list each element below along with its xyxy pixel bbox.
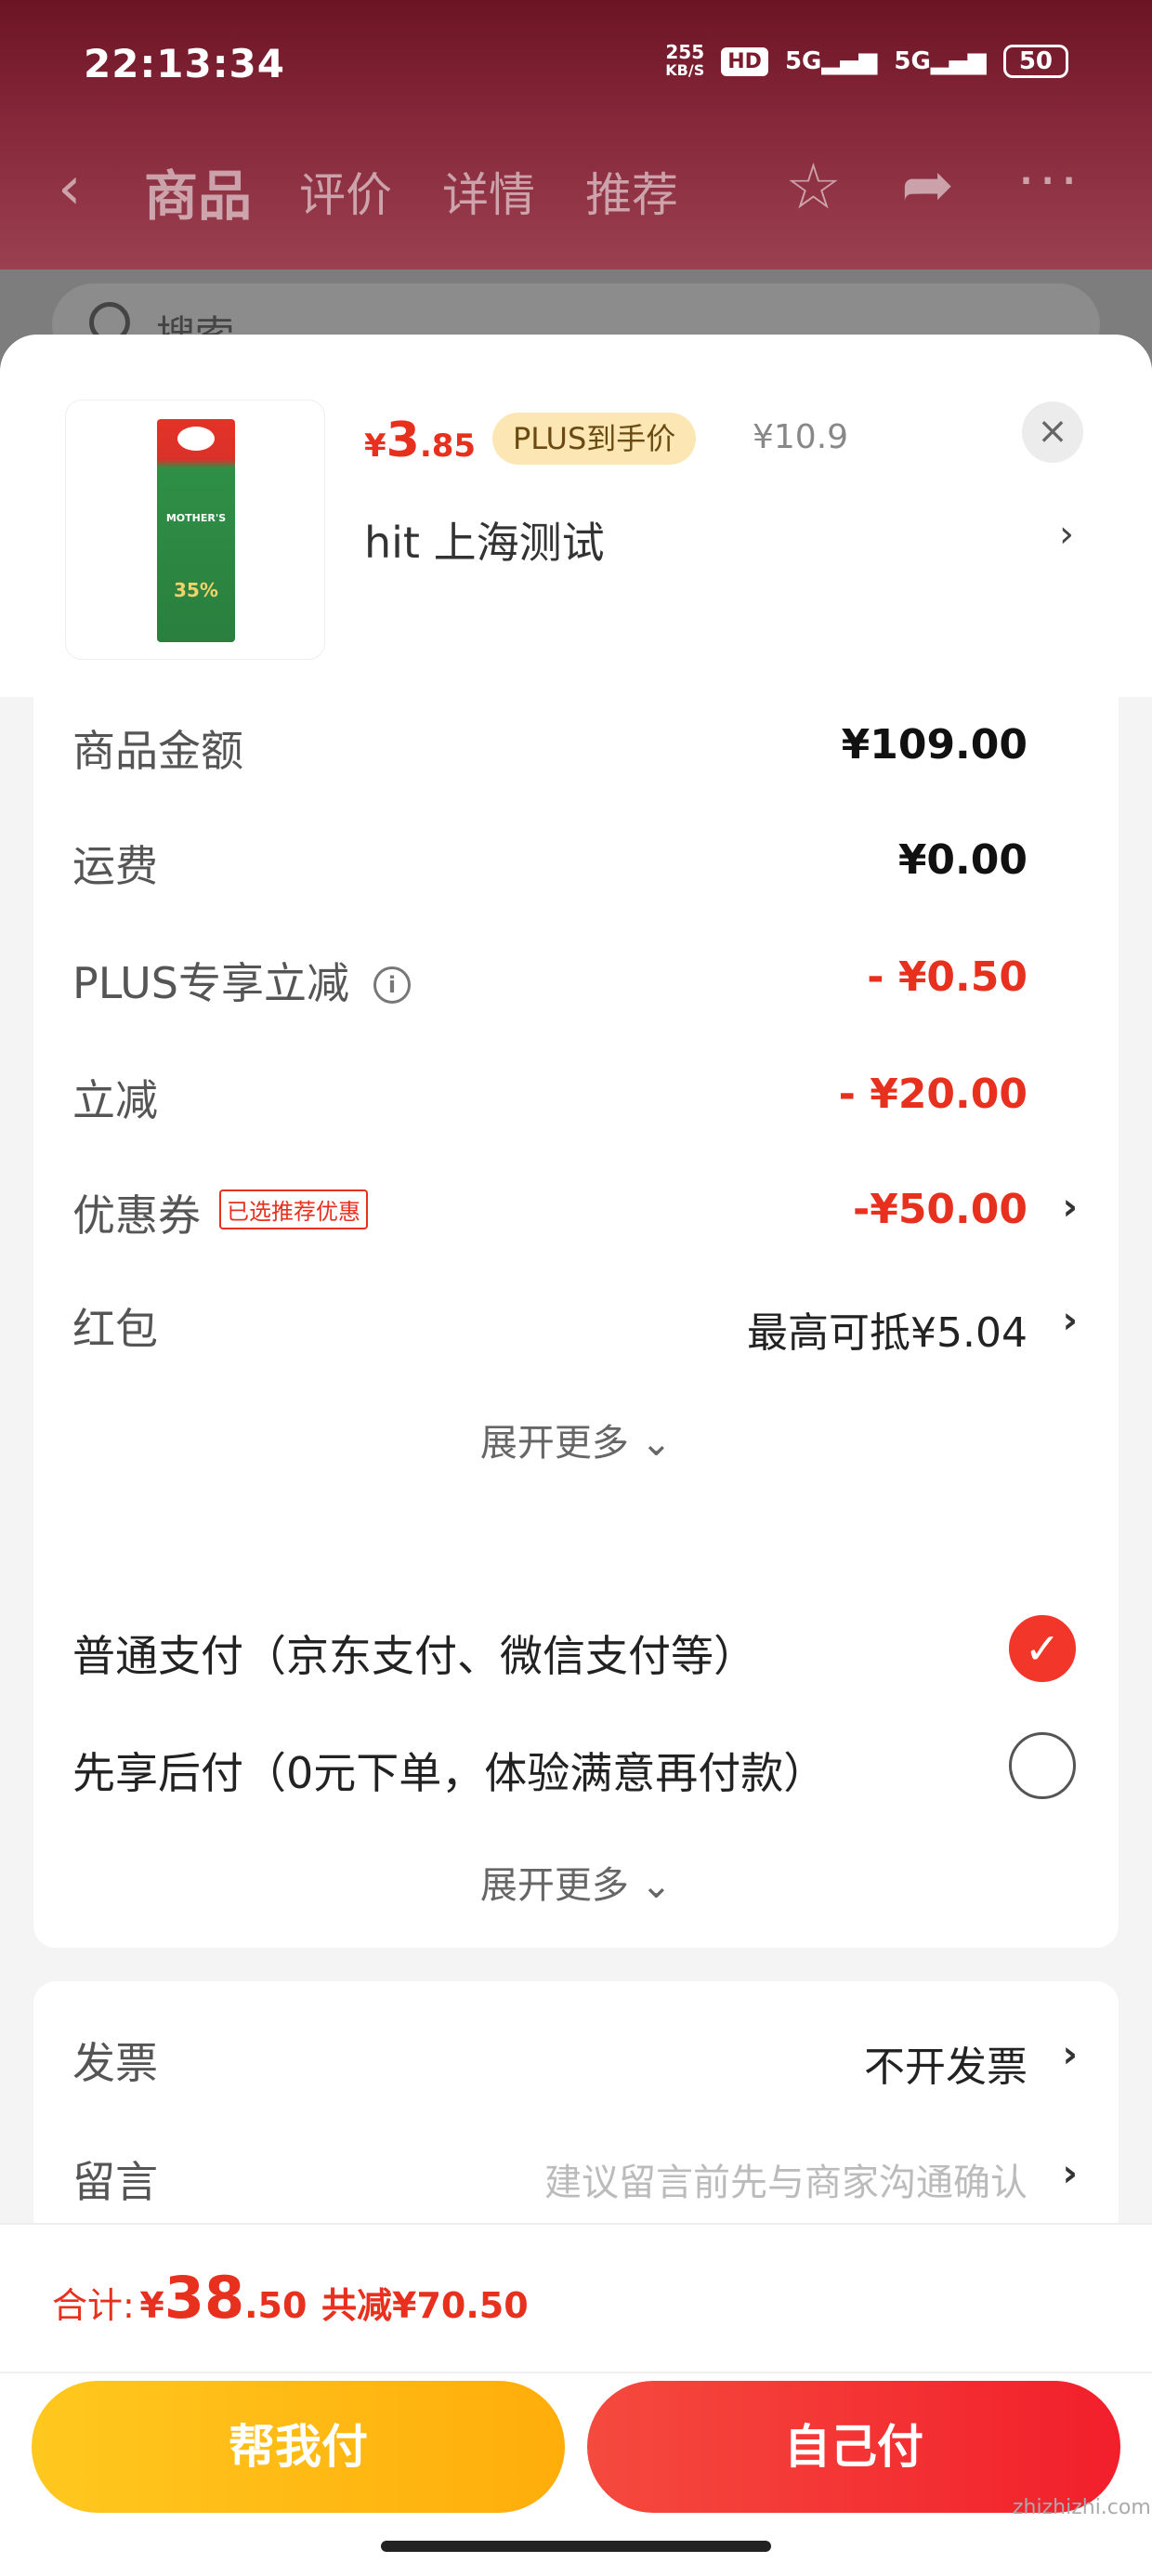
product-image: MOTHER'S 35%: [65, 400, 325, 660]
plus-price-badge: PLUS到手价: [492, 413, 697, 465]
message-placeholder[interactable]: 建议留言前先与商家沟通确认: [544, 2152, 1028, 2206]
battery-icon: 50: [1002, 45, 1068, 78]
chevron-right-icon[interactable]: ›: [1063, 1186, 1078, 1229]
plus-price: ¥3.85: [364, 413, 477, 468]
pay-myself-button[interactable]: 自己付: [587, 2381, 1120, 2513]
payment-method-card: 普通支付（京东支付、微信支付等） ✓ 先享后付（0元下单，体验满意再付款） 展开…: [33, 1557, 1119, 1948]
chevron-right-icon[interactable]: ›: [1059, 513, 1074, 556]
goods-amount: ¥109.00: [841, 721, 1028, 769]
fee-row-shipping: 运费 ¥0.00: [72, 836, 1028, 891]
plus-discount-amount: - ¥0.50: [867, 953, 1028, 1001]
tab-recommend[interactable]: 推荐: [585, 158, 678, 225]
product-summary: MOTHER'S 35% ¥3.85 PLUS到手价 ¥10.9 × hit 上…: [0, 335, 1152, 697]
fee-row-red-packet[interactable]: 红包 最高可抵¥5.04 ›: [33, 1295, 1119, 1370]
more-icon[interactable]: ···: [1017, 149, 1081, 214]
coupon-recommend-badge: 已选推荐优惠: [219, 1189, 368, 1229]
fee-breakdown-card: 商品金额 ¥109.00 运费 ¥0.00 PLUS专享立减 i - ¥0.50 …: [33, 697, 1119, 1626]
pay-option-pay-later[interactable]: 先享后付（0元下单，体验满意再付款）: [72, 1732, 1076, 1814]
tab-reviews[interactable]: 评价: [299, 158, 392, 225]
message-row[interactable]: 留言 建议留言前先与商家沟通确认 ›: [33, 2149, 1119, 2223]
red-packet-amount: 最高可抵¥5.04: [747, 1309, 1028, 1357]
radio-unselected[interactable]: [1009, 1732, 1076, 1799]
favorite-star-icon[interactable]: ☆: [785, 151, 842, 224]
fee-row-instant-discount: 立减 - ¥20.00: [72, 1071, 1028, 1125]
status-icons: 255 KB/S HD 5G▂▄▆ 5G▂▄▆ 50: [665, 43, 1068, 80]
instant-discount-amount: - ¥20.00: [838, 1071, 1028, 1118]
brand-logo: [177, 427, 215, 451]
info-icon[interactable]: i: [373, 966, 411, 1004]
help-me-pay-button[interactable]: 帮我付: [32, 2381, 565, 2513]
total-saved: 共减¥70.50: [321, 2285, 529, 2326]
expand-more-fees[interactable]: 展开更多 ⌄: [33, 1413, 1119, 1466]
signal-icon: 5G▂▄▆: [784, 47, 878, 75]
signal-icon-2: 5G▂▄▆: [894, 47, 987, 75]
fee-row-coupon[interactable]: 优惠券 已选推荐优惠 -¥50.00 ›: [33, 1182, 1119, 1256]
invoice-value: 不开发票: [864, 2044, 1028, 2091]
fee-row-goods: 商品金额 ¥109.00: [72, 721, 1028, 776]
chevron-right-icon[interactable]: ›: [1063, 2152, 1078, 2195]
shipping-amount: ¥0.00: [897, 836, 1028, 884]
pay-option-normal[interactable]: 普通支付（京东支付、微信支付等） ✓: [72, 1615, 1076, 1697]
coupon-amount: -¥50.00: [852, 1186, 1028, 1233]
pack-brand: MOTHER'S: [165, 512, 227, 524]
invoice-row[interactable]: 发票 不开发票 ›: [33, 2030, 1119, 2104]
chevron-down-icon: ⌄: [640, 1422, 673, 1465]
product-nav: ‹ 商品 评价 详情 推荐 ☆ ➦ ···: [0, 139, 1152, 269]
watermark: zhizhizhi.com: [1013, 2496, 1151, 2519]
tab-details[interactable]: 详情: [442, 158, 535, 225]
expand-more-payment[interactable]: 展开更多 ⌄: [33, 1855, 1119, 1909]
network-speed: 255 KB/S: [665, 41, 705, 79]
fee-row-plus-discount: PLUS专享立减 i - ¥0.50: [72, 953, 1028, 1008]
original-price: ¥10.9: [753, 418, 849, 456]
share-icon[interactable]: ➦: [901, 149, 954, 222]
close-icon[interactable]: ×: [1022, 401, 1083, 463]
chevron-down-icon: ⌄: [640, 1864, 673, 1907]
order-total: 合计: ¥38.50 共减¥70.50: [52, 2264, 529, 2332]
status-bar: 22:13:34 255 KB/S HD 5G▂▄▆ 5G▂▄▆ 50: [0, 0, 1152, 139]
pack-percent: 35%: [174, 579, 218, 601]
tab-product[interactable]: 商品: [144, 152, 252, 230]
delivery-address[interactable]: hit 上海测试: [364, 509, 605, 571]
status-time: 22:13:34: [84, 41, 285, 86]
radio-selected-check-icon[interactable]: ✓: [1009, 1615, 1076, 1682]
home-indicator[interactable]: [381, 2541, 771, 2552]
chevron-right-icon[interactable]: ›: [1063, 1299, 1078, 1342]
divider: [0, 2372, 1152, 2373]
back-icon[interactable]: ‹: [58, 154, 82, 223]
product-package: MOTHER'S 35%: [157, 419, 235, 642]
hd-icon: HD: [721, 46, 768, 76]
chevron-right-icon[interactable]: ›: [1063, 2033, 1078, 2076]
